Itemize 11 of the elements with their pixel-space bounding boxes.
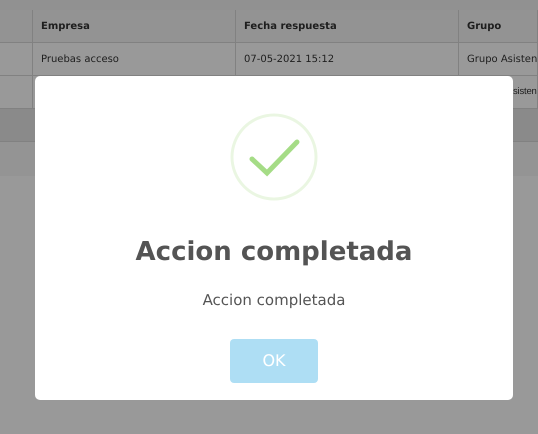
column-header: Empresa (41, 20, 90, 34)
table-cell-text: Pruebas acceso (41, 52, 119, 66)
table-cell-text: 07-05-2021 15:12 (244, 52, 334, 66)
table-cell-text: sisten (513, 84, 537, 99)
table-cell-text: Grupo Asisten (467, 52, 537, 66)
column-header: Grupo (467, 20, 502, 34)
column-header: Fecha respuesta (244, 20, 337, 34)
dialog-title: Accion completada (136, 239, 412, 265)
dialog-message: Accion completada (202, 293, 346, 308)
ok-button[interactable]: OK (230, 339, 318, 383)
success-check-icon (230, 113, 318, 201)
